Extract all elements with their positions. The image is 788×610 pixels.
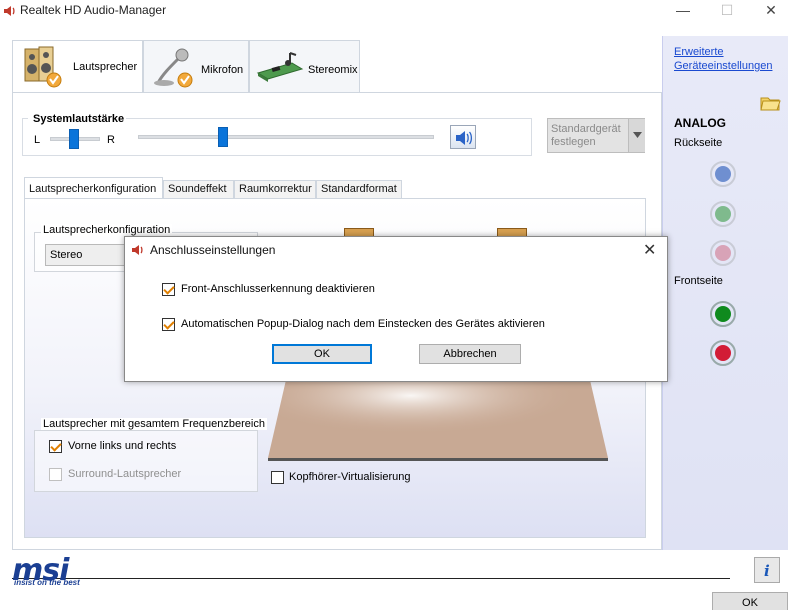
mute-button[interactable] xyxy=(450,125,476,149)
headphone-virtualization-checkbox[interactable] xyxy=(271,471,284,484)
dropdown-arrow-button[interactable] xyxy=(628,119,645,152)
subtab-standardformat[interactable]: Standardformat xyxy=(316,180,402,199)
back-panel-label: Rückseite xyxy=(674,137,723,149)
subtab-raumkorrektur[interactable]: Raumkorrektur xyxy=(234,180,316,199)
back-jack-pink[interactable] xyxy=(710,240,736,266)
disable-front-jack-detection-checkbox[interactable] xyxy=(162,283,175,296)
minimize-button[interactable]: — xyxy=(660,0,706,22)
balance-right-label: R xyxy=(107,134,115,146)
connector-settings-pane: Erweiterte Geräteeinstellungen xyxy=(662,36,788,550)
tab-mikrofon[interactable]: Mikrofon xyxy=(143,40,249,92)
set-default-device-label: Standardgerät festlegen xyxy=(551,123,621,149)
speaker-config-group-title: Lautsprecherkonfiguration xyxy=(41,224,173,236)
back-jack-green[interactable] xyxy=(710,201,736,227)
sound-card-icon xyxy=(256,52,304,82)
speaker-icon xyxy=(132,245,143,255)
front-panel-label: Frontseite xyxy=(674,275,723,287)
default-device-line1: Standardgerät xyxy=(551,123,621,135)
tab-label-stereomix: Stereomix xyxy=(308,64,358,76)
master-volume-thumb[interactable] xyxy=(218,127,228,147)
system-volume-label: Systemlautstärke xyxy=(31,113,127,125)
dialog-ok-button[interactable]: OK xyxy=(272,344,372,364)
tab-label-lautsprecher: Lautsprecher xyxy=(73,61,138,73)
subtab-soundeffekt[interactable]: Soundeffekt xyxy=(163,180,234,199)
speaker-config-select[interactable]: Stereo xyxy=(45,244,125,266)
balance-slider-thumb[interactable] xyxy=(69,129,79,149)
info-button[interactable]: i xyxy=(754,557,780,583)
dialog-close-button[interactable]: ✕ xyxy=(643,240,656,260)
jack-settings-dialog: Anschlusseinstellungen ✕ Front-Anschluss… xyxy=(124,236,668,382)
jack-center xyxy=(715,345,731,361)
dialog-title: Anschlusseinstellungen xyxy=(150,243,276,257)
auto-popup-checkbox[interactable] xyxy=(162,318,175,331)
front-jack-green[interactable] xyxy=(710,301,736,327)
advanced-device-settings-link[interactable]: Erweiterte Geräteeinstellungen xyxy=(674,45,786,73)
fullrange-group-title: Lautsprecher mit gesamtem Frequenzbereic… xyxy=(41,418,267,430)
jack-center xyxy=(715,306,731,322)
jack-center xyxy=(715,166,731,182)
tab-lautsprecher[interactable]: Lautsprecher xyxy=(12,40,143,94)
analog-heading: ANALOG xyxy=(674,116,726,130)
dialog-cancel-button[interactable]: Abbrechen xyxy=(419,344,521,364)
title-bar: Realtek HD Audio-Manager — ☐ ✕ xyxy=(0,0,788,24)
front-jack-red[interactable] xyxy=(710,340,736,366)
front-left-right-checkbox[interactable] xyxy=(49,440,62,453)
surround-speakers-label: Surround-Lautsprecher xyxy=(68,468,182,480)
speaker-config-value: Stereo xyxy=(50,249,83,261)
microphone-icon xyxy=(154,48,193,88)
folder-icon[interactable] xyxy=(759,92,781,112)
headphone-virtualization-label: Kopfhörer-Virtualisierung xyxy=(289,471,411,483)
realtek-audio-manager-window: Realtek HD Audio-Manager — ☐ ✕ Lautsprec… xyxy=(0,0,788,610)
close-button[interactable]: ✕ xyxy=(748,0,788,22)
subtab-lautsprecherkonfiguration[interactable]: Lautsprecherkonfiguration xyxy=(24,177,163,199)
balance-left-label: L xyxy=(34,134,41,146)
chevron-down-icon xyxy=(633,132,642,138)
set-default-device-dropdown[interactable]: Standardgerät festlegen xyxy=(547,118,645,153)
front-left-right-label: Vorne links und rechts xyxy=(68,440,177,452)
footer-divider xyxy=(12,578,730,579)
master-volume-track[interactable] xyxy=(138,135,434,139)
room-floor-graphic xyxy=(268,380,608,461)
tab-label-mikrofon: Mikrofon xyxy=(201,64,244,76)
jack-center xyxy=(715,245,731,261)
volume-icon xyxy=(456,131,473,145)
surround-speakers-checkbox[interactable] xyxy=(49,468,62,481)
disable-front-jack-detection-label: Front-Anschlusserkennung deaktivieren xyxy=(181,283,375,295)
maximize-button[interactable]: ☐ xyxy=(704,0,750,22)
info-icon: i xyxy=(764,562,770,580)
speaker-tab-icon xyxy=(24,46,62,88)
msi-tagline: insist on the best xyxy=(14,578,80,587)
group-border-left xyxy=(22,118,28,119)
speaker-icon xyxy=(4,6,15,16)
window-title: Realtek HD Audio-Manager xyxy=(20,3,167,17)
back-jack-blue[interactable] xyxy=(710,161,736,187)
main-ok-button[interactable]: OK xyxy=(712,592,788,610)
tab-stereomix[interactable]: Stereomix xyxy=(249,40,360,92)
group-border-top xyxy=(124,118,532,119)
auto-popup-label: Automatischen Popup-Dialog nach dem Eins… xyxy=(181,318,545,330)
jack-center xyxy=(715,206,731,222)
default-device-line2: festlegen xyxy=(551,136,596,148)
